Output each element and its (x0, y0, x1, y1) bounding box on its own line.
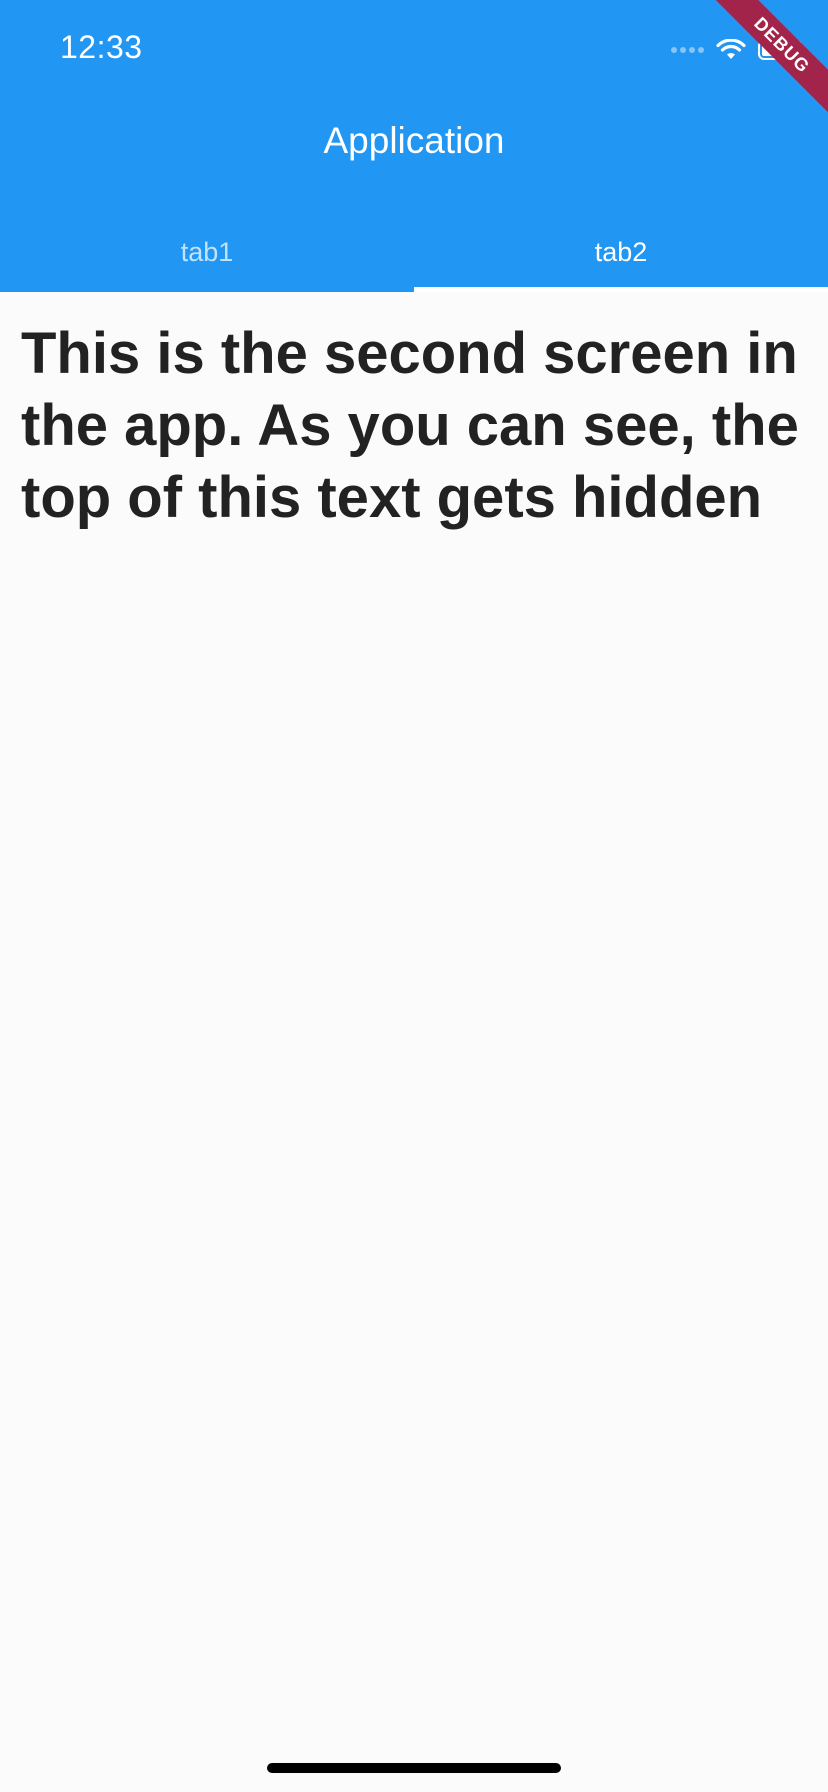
tab-tab2[interactable]: tab2 (414, 212, 828, 292)
tab-bar: tab1 tab2 (0, 212, 828, 292)
battery-icon (758, 40, 802, 60)
app-screen: 12:33 Application tab1 tab2 DEBUG This i… (0, 0, 828, 1792)
app-bar: 12:33 Application tab1 tab2 (0, 0, 828, 292)
tab-label: tab2 (594, 236, 648, 267)
body-text: This is the second screen in the app. As… (21, 321, 799, 530)
home-indicator[interactable] (267, 1763, 561, 1773)
tab-label: tab1 (180, 236, 234, 267)
app-title: Application (323, 120, 505, 161)
tab-indicator (414, 287, 828, 292)
status-time: 12:33 (60, 29, 143, 65)
signal-dots-icon (671, 47, 704, 53)
status-icons (671, 36, 802, 64)
wifi-icon (716, 39, 746, 59)
tab-tab1[interactable]: tab1 (0, 212, 414, 292)
